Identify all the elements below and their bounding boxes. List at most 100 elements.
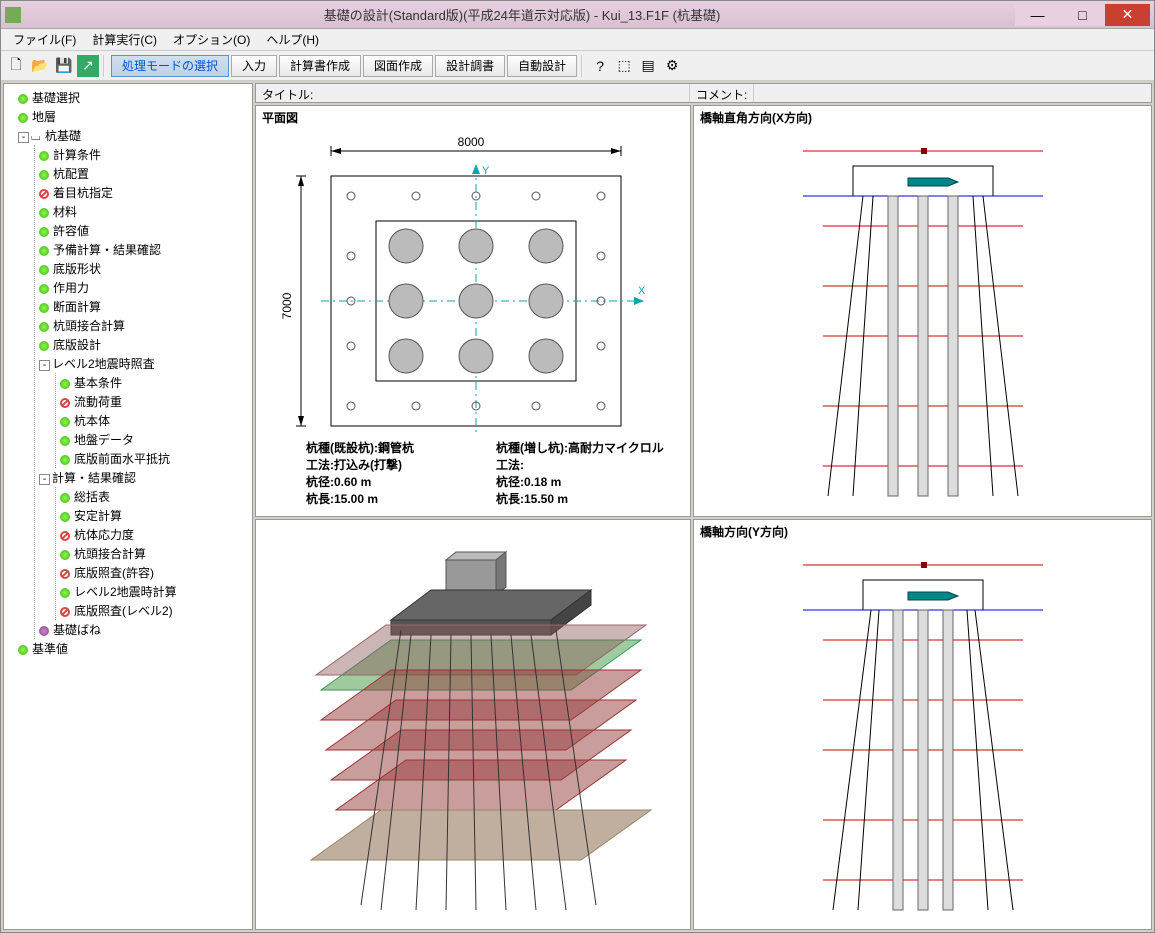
menu-option[interactable]: オプション(O): [165, 29, 258, 50]
tree-item[interactable]: 杭頭接合計算: [39, 316, 248, 335]
tree-label: 流動荷重: [74, 395, 122, 409]
help-icon[interactable]: ?: [589, 55, 611, 77]
tree-item[interactable]: -レベル2地震時照査: [39, 354, 248, 373]
dim-height: 7000: [280, 292, 294, 319]
design-spec-button[interactable]: 設計調書: [435, 55, 505, 77]
tree-item[interactable]: レベル2地震時計算: [60, 582, 248, 601]
window-title: 基礎の設計(Standard版)(平成24年道示対応版) - Kui_13.F1…: [29, 5, 1015, 24]
drawing-button[interactable]: 図面作成: [363, 55, 433, 77]
tree-panel[interactable]: 基礎選択 地層 -⌴杭基礎 計算条件 杭配置 着目杭指定 材料 許容値 予備計算…: [3, 83, 253, 930]
tree-item[interactable]: 地盤データ: [60, 430, 248, 449]
calc-doc-button[interactable]: 計算書作成: [279, 55, 361, 77]
minimize-button[interactable]: —: [1015, 4, 1060, 26]
input-button[interactable]: 入力: [231, 55, 277, 77]
mode-select-button[interactable]: 処理モードの選択: [111, 55, 229, 77]
status-icon: [60, 379, 70, 389]
elevation-y-view[interactable]: 橋軸方向(Y方向): [693, 519, 1152, 931]
tree-item[interactable]: 基礎選択: [18, 88, 248, 107]
comment-label: コメント:: [690, 84, 754, 102]
tree-item[interactable]: 計算条件: [39, 145, 248, 164]
tree-item[interactable]: 流動荷重: [60, 392, 248, 411]
tree-label: 基礎ばね: [53, 623, 101, 637]
tree-item[interactable]: -⌴杭基礎: [18, 126, 248, 145]
elevation-x-view[interactable]: 橋軸直角方向(X方向): [693, 105, 1152, 517]
tree-item[interactable]: 杭体応力度: [60, 525, 248, 544]
main-area: 基礎選択 地層 -⌴杭基礎 計算条件 杭配置 着目杭指定 材料 許容値 予備計算…: [1, 81, 1154, 932]
tree-item[interactable]: 底版形状: [39, 259, 248, 278]
status-icon: [39, 246, 49, 256]
info-line: 杭長:15.50 m: [496, 491, 691, 508]
tree-label: 許容値: [53, 224, 89, 238]
tree-label: 着目杭指定: [53, 186, 113, 200]
tree-label: 杭基礎: [45, 129, 81, 143]
settings-icon[interactable]: ⚙: [661, 55, 683, 77]
collapse-icon[interactable]: -: [39, 360, 50, 371]
tree-item[interactable]: 底版前面水平抵抗: [60, 449, 248, 468]
app-window: 基礎の設計(Standard版)(平成24年道示対応版) - Kui_13.F1…: [0, 0, 1155, 933]
tree-item[interactable]: 底版照査(レベル2): [60, 601, 248, 620]
save-file-icon[interactable]: 💾: [53, 55, 75, 77]
tree-item[interactable]: 杭配置: [39, 164, 248, 183]
separator: [103, 55, 107, 77]
tree-item[interactable]: 着目杭指定: [39, 183, 248, 202]
content-area: タイトル: コメント: 平面図 8000 7000: [255, 83, 1152, 930]
tree-label: 作用力: [53, 281, 89, 295]
status-icon: [60, 531, 70, 541]
tree-item[interactable]: 材料: [39, 202, 248, 221]
menu-file[interactable]: ファイル(F): [5, 29, 84, 50]
info-line: 杭径:0.60 m: [306, 474, 414, 491]
tree-label: 杭体応力度: [74, 528, 134, 542]
app-icon: [5, 7, 21, 23]
tree-label: 底版前面水平抵抗: [74, 452, 170, 466]
tree-item[interactable]: 作用力: [39, 278, 248, 297]
tree-label: レベル2地震時計算: [74, 585, 177, 599]
tree-label: 底版照査(レベル2): [74, 604, 173, 618]
tree-label: 底版形状: [53, 262, 101, 276]
tree-item[interactable]: 断面計算: [39, 297, 248, 316]
tree-item[interactable]: 予備計算・結果確認: [39, 240, 248, 259]
elev-y-title: 橋軸方向(Y方向): [700, 523, 788, 540]
tree-item[interactable]: 底版照査(許容): [60, 563, 248, 582]
new-file-icon[interactable]: 🗋: [5, 55, 27, 77]
menu-help[interactable]: ヘルプ(H): [258, 29, 327, 50]
tree-item[interactable]: 杭本体: [60, 411, 248, 430]
menu-calc[interactable]: 計算実行(C): [84, 29, 165, 50]
3d-view[interactable]: [255, 519, 691, 931]
info-line: 杭径:0.18 m: [496, 474, 691, 491]
maximize-button[interactable]: □: [1060, 4, 1105, 26]
tree-label: 杭頭接合計算: [74, 547, 146, 561]
dim-width: 8000: [458, 135, 485, 149]
plan-view[interactable]: 平面図 8000 7000 Y: [255, 105, 691, 517]
cube-icon[interactable]: ⬚: [613, 55, 635, 77]
view-icon[interactable]: ▤: [637, 55, 659, 77]
collapse-icon[interactable]: -: [39, 474, 50, 485]
tree-item[interactable]: 地層: [18, 107, 248, 126]
status-icon: [60, 493, 70, 503]
tree-item[interactable]: -計算・結果確認: [39, 468, 248, 487]
tree-item[interactable]: 許容値: [39, 221, 248, 240]
open-file-icon[interactable]: 📂: [29, 55, 51, 77]
tree-item[interactable]: 総括表: [60, 487, 248, 506]
export-icon[interactable]: ↗: [77, 55, 99, 77]
svg-text:Y: Y: [482, 165, 490, 177]
tree-item[interactable]: 杭頭接合計算: [60, 544, 248, 563]
tree-label: 断面計算: [53, 300, 101, 314]
3d-diagram: [256, 520, 686, 920]
status-icon: [39, 341, 49, 351]
auto-design-button[interactable]: 自動設計: [507, 55, 577, 77]
status-icon: [60, 436, 70, 446]
elev-x-diagram: [773, 126, 1073, 506]
tree-item[interactable]: 底版設計: [39, 335, 248, 354]
tree-item[interactable]: 安定計算: [60, 506, 248, 525]
tree-item[interactable]: 基礎ばね: [39, 620, 248, 639]
tree-item[interactable]: 基準値: [18, 639, 248, 658]
tree-label: 計算条件: [53, 148, 101, 162]
status-icon: [39, 303, 49, 313]
status-icon: [18, 94, 28, 104]
status-icon: [18, 645, 28, 655]
tree-label: 材料: [53, 205, 77, 219]
tree-item[interactable]: 基本条件: [60, 373, 248, 392]
tree-label: 杭配置: [53, 167, 89, 181]
close-button[interactable]: ✕: [1105, 4, 1150, 26]
collapse-icon[interactable]: -: [18, 132, 29, 143]
